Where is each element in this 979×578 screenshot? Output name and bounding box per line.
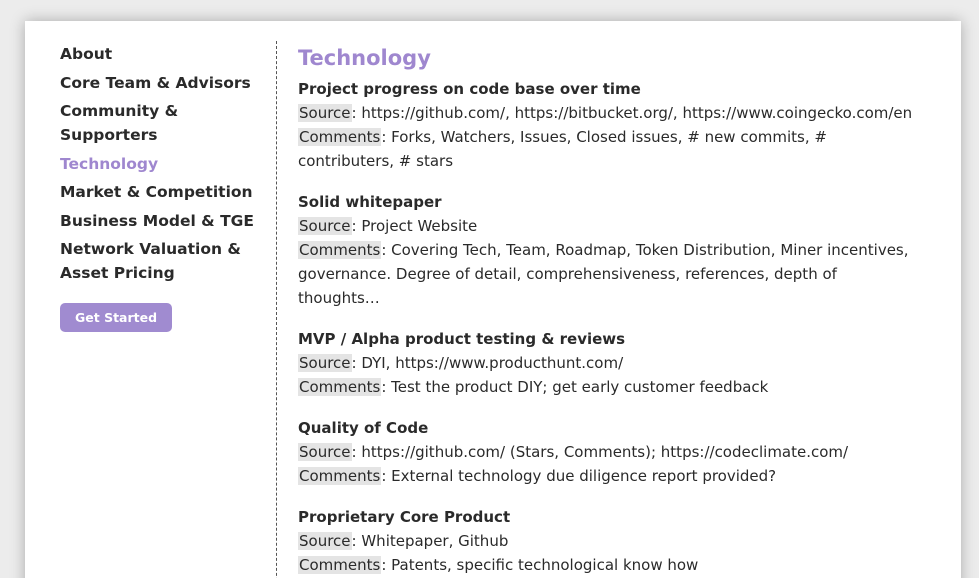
sidebar-item-label-line1: Network Valuation & bbox=[60, 240, 241, 258]
comments-line: Comments: Test the product DIY; get earl… bbox=[298, 375, 918, 399]
get-started-button[interactable]: Get Started bbox=[60, 303, 173, 332]
sidebar-item-label-line2: Asset Pricing bbox=[60, 264, 175, 282]
comments-line: Comments: External technology due dilige… bbox=[298, 464, 918, 488]
section-title: Solid whitepaper bbox=[298, 193, 442, 211]
source-value: : DYI, https://www.producthunt.com/ bbox=[351, 354, 624, 372]
source-label: Source bbox=[298, 217, 352, 235]
comments-line: Comments: Forks, Watchers, Issues, Close… bbox=[298, 125, 918, 173]
main-content: Technology Project progress on code base… bbox=[298, 43, 918, 578]
sidebar-item-business-model[interactable]: Business Model & TGE bbox=[60, 209, 265, 233]
criteria-section: Quality of Code Source: https://github.c… bbox=[298, 416, 918, 488]
source-line: Source: Whitepaper, Github bbox=[298, 529, 918, 553]
sidebar-item-market[interactable]: Market & Competition bbox=[60, 180, 265, 204]
section-title: Project progress on code base over time bbox=[298, 80, 641, 98]
comments-value: : Patents, specific technological know h… bbox=[381, 556, 699, 574]
sidebar-item-community[interactable]: Community & Supporters bbox=[60, 99, 265, 147]
source-value: : https://github.com/ (Stars, Comments);… bbox=[351, 443, 849, 461]
source-value: : Project Website bbox=[351, 217, 478, 235]
criteria-section: Solid whitepaper Source: Project Website… bbox=[298, 190, 918, 310]
section-title: Proprietary Core Product bbox=[298, 508, 511, 526]
source-label: Source bbox=[298, 443, 352, 461]
page-card: About Core Team & Advisors Community & S… bbox=[25, 21, 961, 578]
sidebar-nav: About Core Team & Advisors Community & S… bbox=[60, 42, 265, 332]
comments-line: Comments: Covering Tech, Team, Roadmap, … bbox=[298, 238, 918, 310]
criteria-section: MVP / Alpha product testing & reviews So… bbox=[298, 327, 918, 399]
page-title: Technology bbox=[298, 46, 431, 70]
comments-label: Comments bbox=[298, 556, 382, 574]
sidebar-item-technology[interactable]: Technology bbox=[60, 152, 265, 176]
comments-label: Comments bbox=[298, 241, 382, 259]
source-label: Source bbox=[298, 104, 352, 122]
comments-value: : External technology due diligence repo… bbox=[381, 467, 777, 485]
source-line: Source: https://github.com/, https://bit… bbox=[298, 101, 918, 125]
comments-label: Comments bbox=[298, 378, 382, 396]
sidebar-item-about[interactable]: About bbox=[60, 42, 265, 66]
source-value: : https://github.com/, https://bitbucket… bbox=[351, 104, 913, 122]
source-line: Source: https://github.com/ (Stars, Comm… bbox=[298, 440, 918, 464]
section-title: Quality of Code bbox=[298, 419, 429, 437]
criteria-section: Proprietary Core Product Source: Whitepa… bbox=[298, 505, 918, 577]
comments-label: Comments bbox=[298, 467, 382, 485]
comments-value: : Covering Tech, Team, Roadmap, Token Di… bbox=[298, 241, 909, 307]
comments-label: Comments bbox=[298, 128, 382, 146]
source-label: Source bbox=[298, 354, 352, 372]
source-line: Source: DYI, https://www.producthunt.com… bbox=[298, 351, 918, 375]
comments-value: : Test the product DIY; get early custom… bbox=[381, 378, 769, 396]
source-line: Source: Project Website bbox=[298, 214, 918, 238]
sidebar-item-core-team[interactable]: Core Team & Advisors bbox=[60, 71, 265, 95]
sidebar-item-network-valuation[interactable]: Network Valuation & Asset Pricing bbox=[60, 237, 265, 285]
comments-line: Comments: Patents, specific technologica… bbox=[298, 553, 918, 577]
source-value: : Whitepaper, Github bbox=[351, 532, 509, 550]
source-label: Source bbox=[298, 532, 352, 550]
section-title: MVP / Alpha product testing & reviews bbox=[298, 330, 626, 348]
criteria-section: Project progress on code base over time … bbox=[298, 77, 918, 173]
dashed-divider bbox=[276, 41, 277, 578]
